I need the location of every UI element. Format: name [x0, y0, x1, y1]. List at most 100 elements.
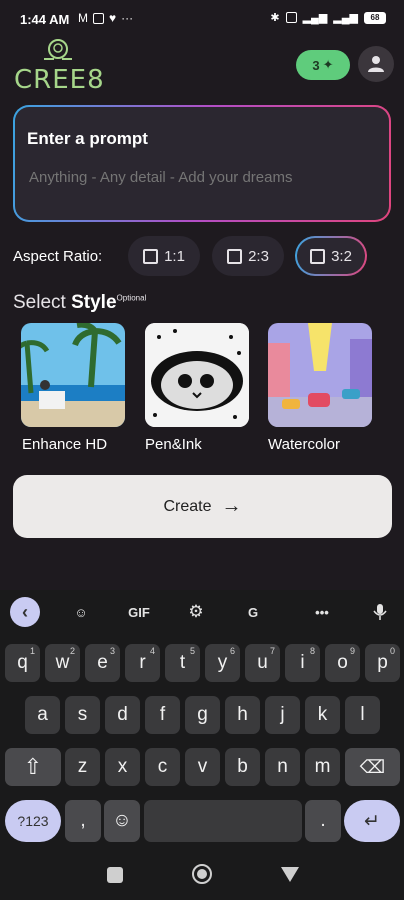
sticker-button[interactable]: ☺ — [66, 600, 96, 624]
style-thumb-enhance-hd[interactable] — [21, 323, 125, 427]
microphone-button[interactable] — [366, 600, 394, 624]
key-letter: y — [217, 652, 228, 673]
home-button[interactable] — [192, 864, 212, 884]
aspect-option-label: 1:1 — [164, 247, 185, 265]
battery-icon: 68 — [364, 11, 386, 24]
key-letter: u — [257, 652, 268, 673]
key-number-hint: 1 — [29, 646, 35, 656]
key-g[interactable]: g — [185, 696, 220, 734]
key-h[interactable]: h — [225, 696, 260, 734]
logo-text: CREE8 — [14, 65, 105, 95]
period-key[interactable]: . — [305, 800, 341, 842]
key-n[interactable]: n — [265, 748, 300, 786]
more-button[interactable]: ••• — [306, 600, 338, 624]
gmail-icon: M — [78, 11, 88, 25]
key-number-hint: 3 — [109, 646, 115, 656]
sparkle-icon: ✦ — [322, 57, 334, 72]
key-r[interactable]: r4 — [125, 644, 160, 682]
checkbox-icon — [143, 248, 159, 264]
aspect-option-2-3[interactable]: 2:3 — [212, 236, 284, 276]
key-u[interactable]: u7 — [245, 644, 280, 682]
key-k[interactable]: k — [305, 696, 340, 734]
key-q[interactable]: q1 — [5, 644, 40, 682]
key-c[interactable]: c — [145, 748, 180, 786]
status-bar: 1:44 AM M ♥ ··· ✱ ▂▄▆ ▂▄▆ 68 — [0, 0, 404, 38]
style-label-watercolor: Watercolor — [268, 436, 340, 453]
key-o[interactable]: o9 — [325, 644, 360, 682]
key-v[interactable]: v — [185, 748, 220, 786]
aspect-option-label: 3:2 — [331, 247, 352, 265]
key-letter: w — [55, 652, 70, 673]
key-w[interactable]: w2 — [45, 644, 80, 682]
key-letter: e — [97, 652, 108, 673]
translate-button[interactable]: G — [238, 600, 268, 624]
key-x[interactable]: x — [105, 748, 140, 786]
key-letter: r — [139, 652, 146, 673]
backspace-icon: ⌫ — [359, 756, 386, 777]
key-number-hint: 4 — [149, 646, 155, 656]
key-t[interactable]: t5 — [165, 644, 200, 682]
shift-key[interactable]: ⇧ — [5, 748, 61, 786]
key-y[interactable]: y6 — [205, 644, 240, 682]
home-icon — [197, 869, 207, 879]
key-number-hint: 7 — [269, 646, 275, 656]
key-number-hint: 8 — [309, 646, 315, 656]
system-icons: ✱ ▂▄▆ ▂▄▆ 68 — [270, 11, 386, 24]
prompt-input[interactable] — [29, 169, 369, 186]
aspect-option-3-2[interactable]: 3:2 — [295, 236, 367, 276]
key-number-hint: 6 — [229, 646, 235, 656]
more-notifications-icon: ··· — [121, 11, 134, 25]
key-number-hint: 9 — [349, 646, 355, 656]
key-i[interactable]: i8 — [285, 644, 320, 682]
key-b[interactable]: b — [225, 748, 260, 786]
style-thumb-pen-ink[interactable] — [145, 323, 249, 427]
status-time: 1:44 AM — [20, 12, 70, 27]
translate-icon: G — [247, 604, 259, 620]
app-logo: CREE8 — [14, 37, 105, 95]
key-f[interactable]: f — [145, 696, 180, 734]
key-a[interactable]: a — [25, 696, 60, 734]
key-z[interactable]: z — [65, 748, 100, 786]
keyboard-collapse-button[interactable]: ‹ — [10, 597, 40, 627]
person-icon — [368, 56, 384, 72]
backspace-key[interactable]: ⌫ — [345, 748, 400, 786]
vpn-icon — [285, 12, 297, 23]
recents-button[interactable] — [107, 867, 123, 883]
arrow-right-icon: → — [221, 495, 242, 517]
key-l[interactable]: l — [345, 696, 380, 734]
key-e[interactable]: e3 — [85, 644, 120, 682]
key-m[interactable]: m — [305, 748, 340, 786]
key-letter: o — [337, 652, 348, 673]
space-key[interactable] — [144, 800, 302, 842]
back-button[interactable] — [281, 867, 299, 883]
signal-icon: ▂▄▆ — [302, 12, 328, 24]
gif-button[interactable]: GIF — [122, 600, 156, 624]
create-button[interactable]: Create → — [13, 475, 392, 538]
optional-tag: Optional — [116, 293, 147, 303]
key-p[interactable]: p0 — [365, 644, 400, 682]
key-number-hint: 0 — [389, 646, 395, 656]
credits-badge[interactable]: 3 ✦ — [296, 50, 350, 80]
comma-key[interactable]: , — [65, 800, 101, 842]
credits-count: 3 — [312, 57, 320, 73]
account-button[interactable] — [358, 46, 394, 82]
enter-icon: ↵ — [364, 810, 380, 832]
enter-key[interactable]: ↵ — [344, 800, 400, 842]
emoji-key[interactable]: ☺ — [104, 800, 140, 842]
key-s[interactable]: s — [65, 696, 100, 734]
style-thumb-watercolor[interactable] — [268, 323, 372, 427]
signal-2-icon: ▂▄▆ — [333, 12, 358, 24]
prompt-title: Enter a prompt — [27, 129, 148, 148]
create-label: Create — [163, 497, 212, 515]
style-label-enhance-hd: Enhance HD — [22, 436, 108, 453]
heart-icon: ♥ — [109, 11, 117, 25]
style-section-title: Select StyleOptional — [13, 292, 146, 314]
settings-button[interactable]: ⚙ — [182, 600, 210, 624]
onscreen-keyboard: ‹ ☺ GIF ⚙ G ••• q1w2e3r4t5y6u7i8o9p0 asd… — [0, 590, 404, 845]
key-j[interactable]: j — [265, 696, 300, 734]
emoji-icon: ☺ — [112, 810, 132, 831]
key-letter: p — [377, 652, 388, 673]
symbols-key[interactable]: ?123 — [5, 800, 61, 842]
key-d[interactable]: d — [105, 696, 140, 734]
aspect-option-1-1[interactable]: 1:1 — [128, 236, 200, 276]
